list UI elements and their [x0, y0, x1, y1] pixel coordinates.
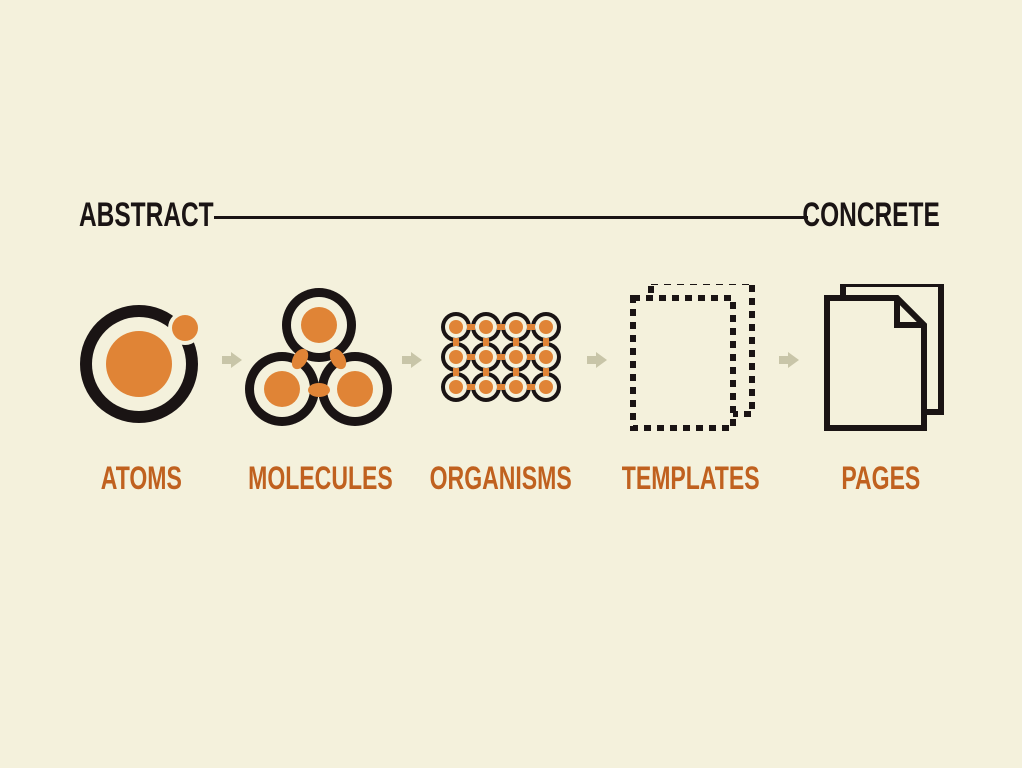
concrete-label: CONCRETE	[802, 196, 940, 234]
organism-icon	[441, 312, 561, 402]
stage-label-pages: PAGES	[841, 460, 921, 496]
atom-icon	[80, 305, 202, 423]
abstract-concrete-scale-line	[214, 216, 808, 219]
arrow-right-icon	[779, 352, 799, 368]
pages-icon	[824, 284, 944, 431]
molecule-icon	[245, 288, 392, 426]
template-icon	[630, 284, 755, 431]
arrow-right-icon	[222, 352, 242, 368]
stage-label-organisms: ORGANISMS	[429, 460, 573, 496]
arrow-right-icon	[402, 352, 422, 368]
arrow-right-icon	[587, 352, 607, 368]
stage-label-templates: TEMPLATES	[622, 460, 760, 496]
abstract-label: ABSTRACT	[79, 196, 214, 234]
